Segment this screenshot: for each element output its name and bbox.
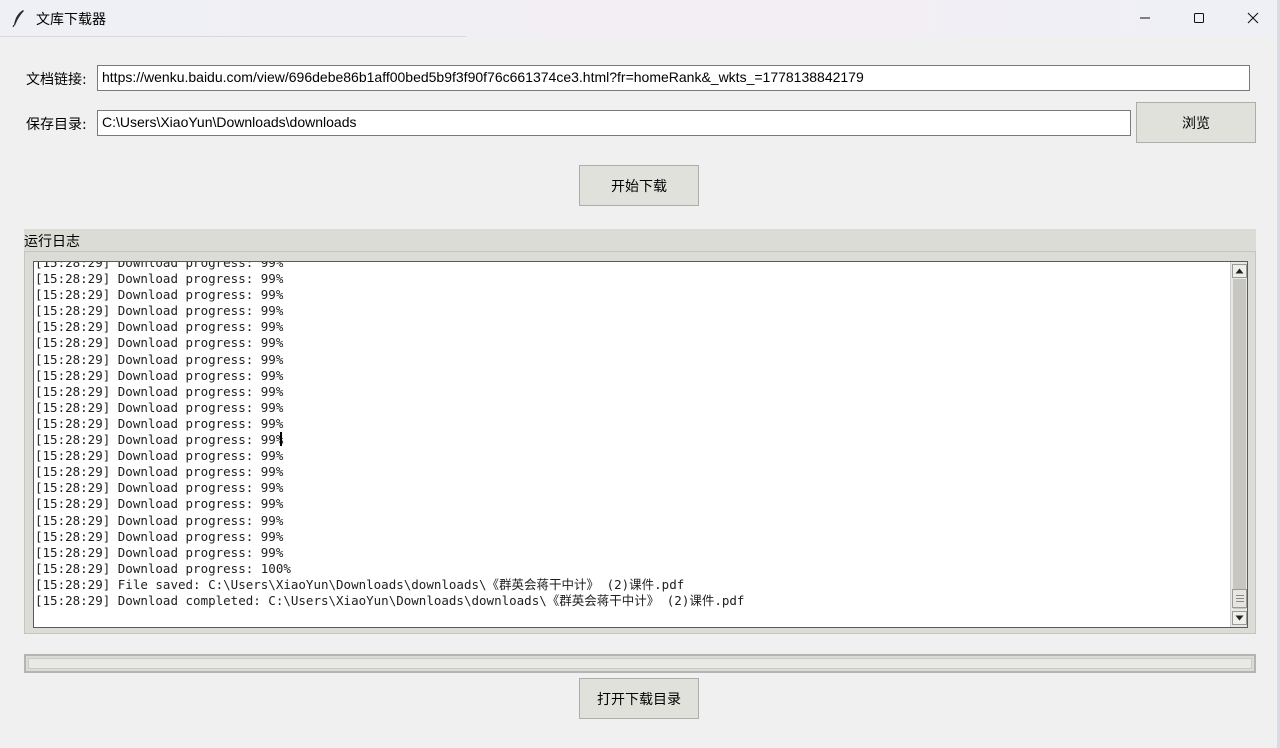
close-icon [1247,12,1259,24]
log-title: 运行日志 [24,234,80,250]
log-line: [15:28:29] Download progress: 99% [35,399,284,415]
log-line: [15:28:29] Download progress: 99% [35,367,284,383]
log-line: [15:28:29] Download progress: 99% [35,448,284,464]
close-button[interactable] [1226,0,1280,36]
minimize-button[interactable] [1118,0,1172,36]
text-cursor [280,432,283,447]
minimize-icon [1140,17,1150,19]
maximize-button[interactable] [1172,0,1226,36]
log-line: [15:28:29] Download progress: 99% [35,261,284,270]
log-line: [15:28:29] Download progress: 99% [35,528,284,544]
log-line: [15:28:29] Download progress: 100% [35,560,291,576]
log-lines: [15:28:29] Download progress: 99% [15:28:… [35,261,1225,609]
log-line: [15:28:29] Download progress: 99% [35,432,284,448]
log-line: [15:28:29] Download progress: 99% [35,512,284,528]
log-line: [15:28:29] Download progress: 99% [35,415,284,431]
scroll-thumb[interactable] [1232,589,1247,608]
log-frame-header: 运行日志 [24,229,1256,251]
maximize-icon [1194,13,1204,23]
feather-pen-icon [11,9,27,28]
log-line: [15:28:29] Download progress: 99% [35,544,284,560]
triangle-up-icon [1235,268,1244,274]
open-download-dir-button[interactable]: 打开下载目录 [579,678,699,719]
log-line: [15:28:29] Download progress: 99% [35,496,284,512]
window-title: 文库下载器 [36,12,106,28]
log-line: [15:28:29] Download progress: 99% [35,303,284,319]
log-scrollbar[interactable] [1230,262,1247,627]
log-line: [15:28:29] Download progress: 99% [35,319,284,335]
log-frame: [15:28:29] Download progress: 99% [15:28:… [24,251,1256,634]
scroll-up-button[interactable] [1232,264,1247,278]
log-line: [15:28:29] Download progress: 99% [35,271,284,287]
download-progress-bar [24,654,1256,673]
log-textbox[interactable]: [15:28:29] Download progress: 99% [15:28:… [33,261,1248,628]
log-line: [15:28:29] File saved: C:\Users\XiaoYun\… [35,576,685,592]
title-bar: 文库下载器 [0,0,1280,36]
log-line: [15:28:29] Download progress: 99% [35,335,284,351]
progress-track [28,658,1252,669]
log-line: [15:28:29] Download progress: 99% [35,287,284,303]
triangle-down-icon [1235,615,1244,621]
log-line: [15:28:29] Download progress: 99% [35,383,284,399]
log-line: [15:28:29] Download progress: 99% [35,464,284,480]
scroll-track[interactable] [1233,279,1246,609]
log-line: [15:28:29] Download progress: 99% [35,480,284,496]
log-line: [15:28:29] Download completed: C:\Users\… [35,592,745,608]
scroll-down-button[interactable] [1232,611,1247,625]
client-area: 运行日志 [15:28:29] Download progress: 99% [1… [0,37,1280,748]
log-line: [15:28:29] Download progress: 99% [35,351,284,367]
